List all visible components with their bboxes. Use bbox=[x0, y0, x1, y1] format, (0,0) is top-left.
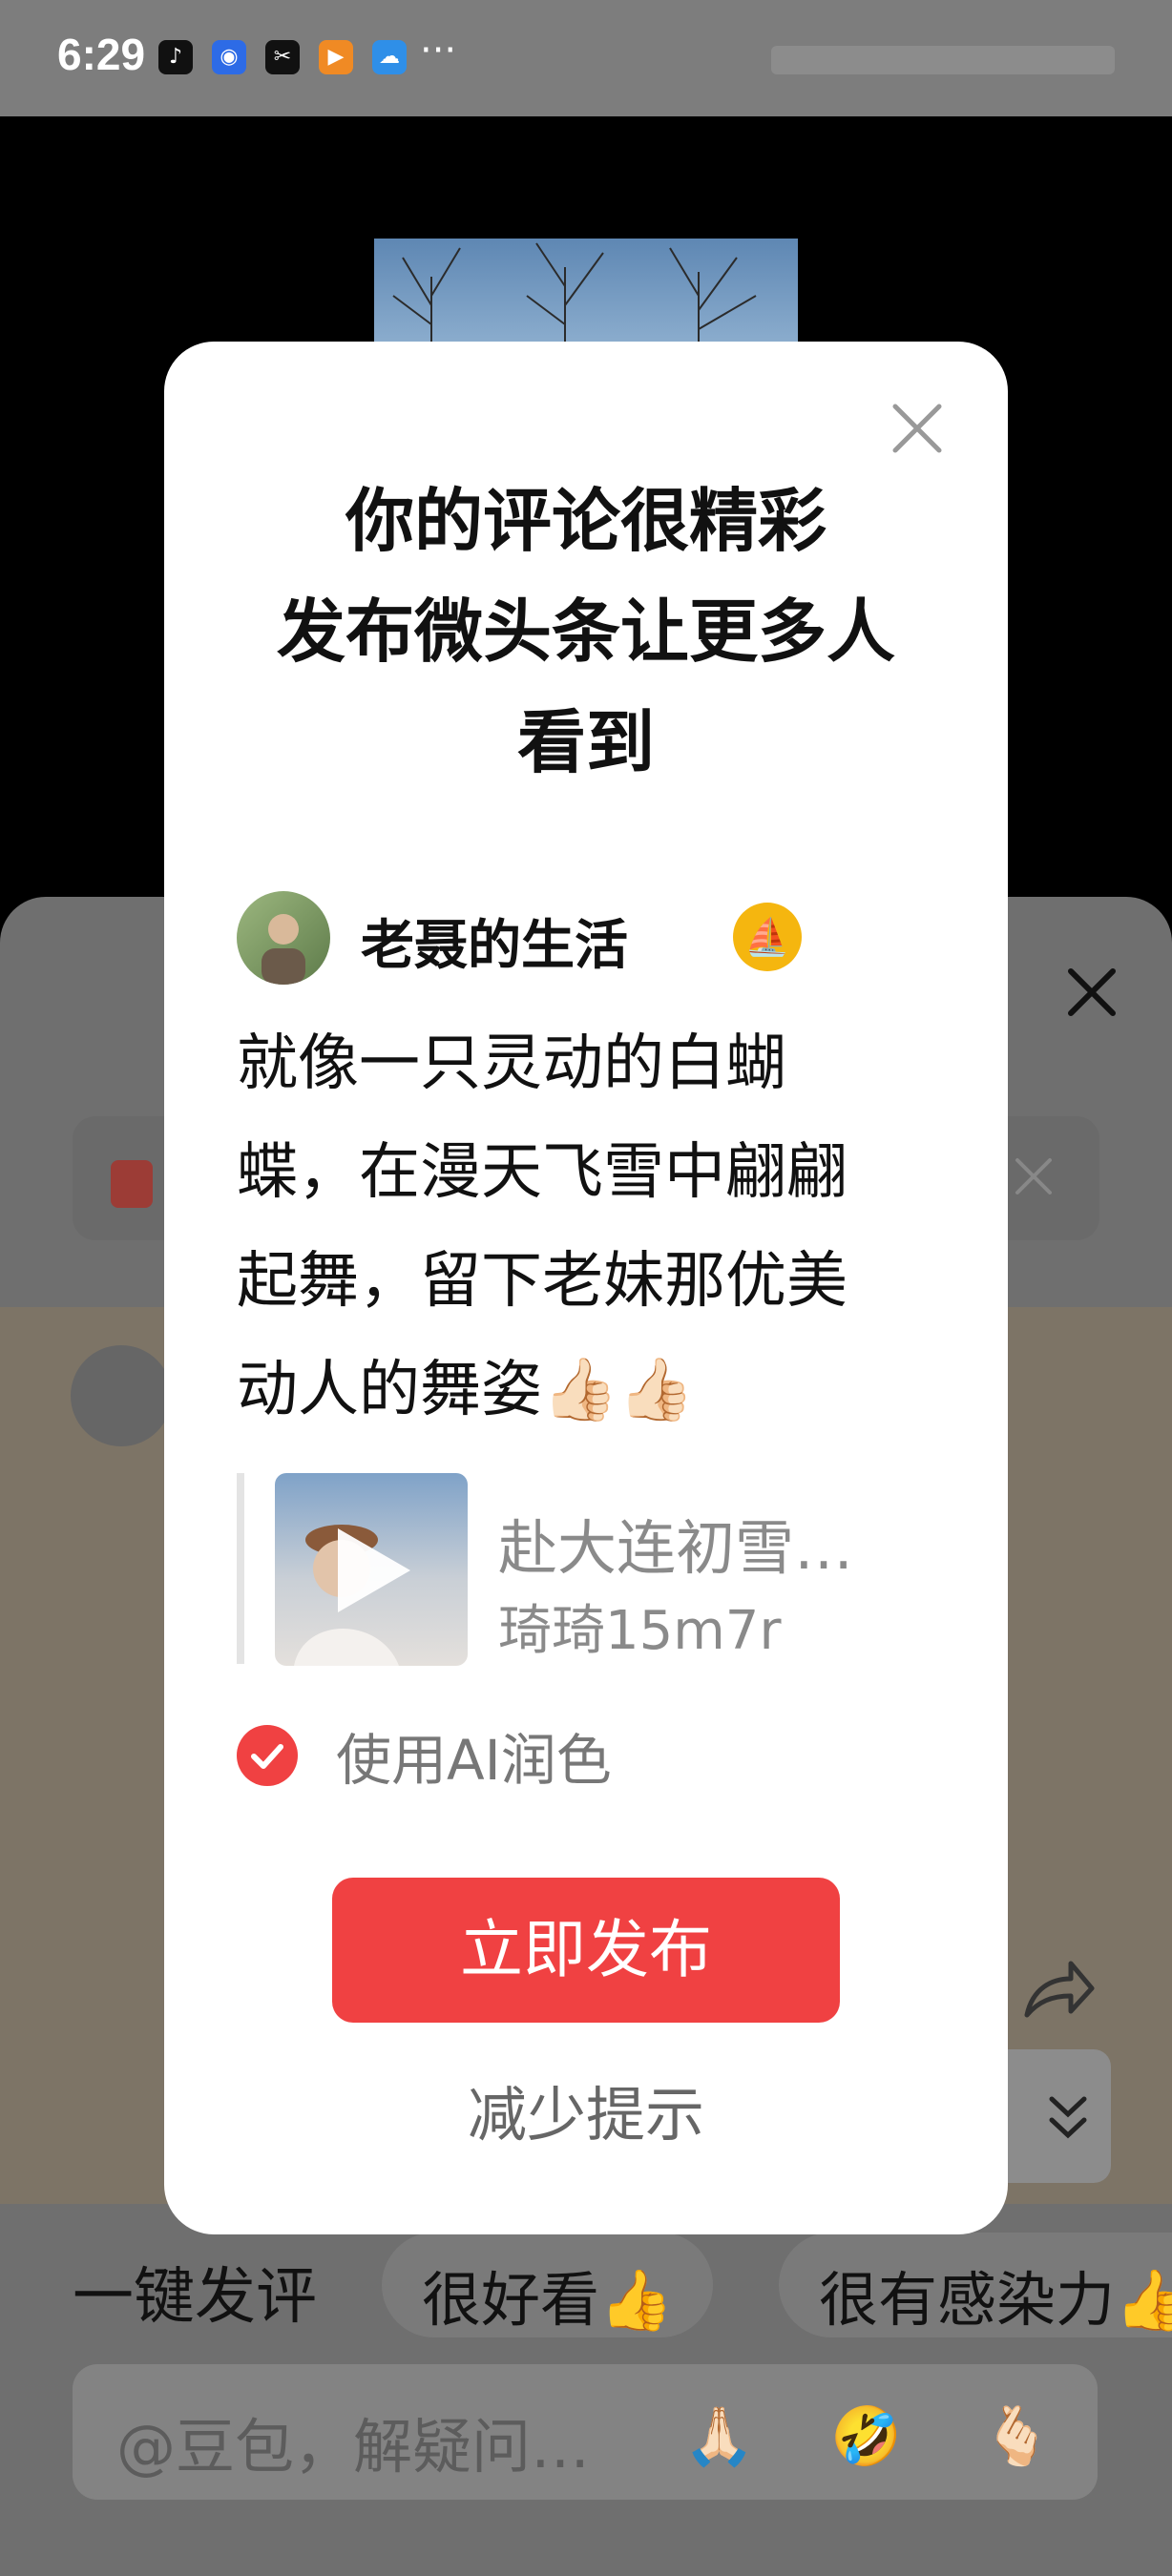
emoji-pray-icon[interactable]: 🙏🏻 bbox=[683, 2402, 755, 2470]
video-thumbnail bbox=[275, 1473, 468, 1666]
comment-text: 就像一只灵动的白蝴 蝶，在漫天飞雪中翩翩 起舞，留下老妹那优美 动人的舞姿👍🏻👍… bbox=[237, 1009, 943, 1444]
ai-polish-toggle[interactable]: 使用AI润色 bbox=[237, 1715, 809, 1793]
avatar[interactable] bbox=[71, 1345, 172, 1446]
comment-line: 动人的舞姿👍🏻👍🏻 bbox=[237, 1355, 695, 1425]
play-icon bbox=[338, 1528, 410, 1612]
sailboat-badge-icon: ⛵ bbox=[733, 903, 802, 971]
author-name: 老聂的生活 bbox=[361, 915, 628, 977]
status-system-icons bbox=[771, 46, 1115, 74]
red-envelope-icon bbox=[111, 1160, 153, 1208]
close-icon[interactable] bbox=[889, 401, 945, 456]
comment-line: 起舞，留下老妹那优美 bbox=[237, 1246, 848, 1317]
quoted-title: 赴大连初雪… bbox=[498, 1513, 854, 1583]
close-icon[interactable] bbox=[1012, 1154, 1056, 1198]
capcut-icon: ✂ bbox=[265, 40, 300, 74]
avatar bbox=[237, 891, 330, 985]
comment-input-placeholder: @豆包，解疑问… bbox=[116, 2412, 591, 2482]
close-icon[interactable] bbox=[1063, 964, 1120, 1021]
quick-chip[interactable]: 很好看👍 bbox=[382, 2233, 714, 2337]
status-overflow-icon: ··· bbox=[420, 29, 457, 73]
publish-button[interactable]: 立即发布 bbox=[332, 1878, 840, 2023]
dialog-title-line: 你的评论很精彩 bbox=[345, 481, 827, 561]
dialog-title: 你的评论很精彩 发布微头条让更多人 看到 bbox=[164, 466, 1008, 798]
quick-comment-label: 一键发评 bbox=[73, 2262, 317, 2333]
quick-comment-row: 一键发评 很好看👍 很有感染力👍 bbox=[0, 2223, 1172, 2347]
emoji-laugh-icon[interactable]: 🤣 bbox=[830, 2402, 902, 2470]
tiktok-icon: ♪ bbox=[158, 40, 193, 74]
video-thumbnail bbox=[374, 239, 798, 353]
dialog-title-line: 发布微头条让更多人 bbox=[276, 592, 895, 672]
author-row: 老聂的生活 ⛵ bbox=[237, 891, 943, 987]
quoted-video[interactable]: 赴大连初雪… 琦琦15m7r bbox=[237, 1473, 943, 1666]
comment-line: 就像一只灵动的白蝴 bbox=[237, 1028, 786, 1099]
status-time: 6:29 bbox=[57, 30, 146, 79]
checkbox-checked-icon[interactable] bbox=[237, 1725, 298, 1786]
comment-line: 蝶，在漫天飞雪中翩翩 bbox=[237, 1137, 848, 1208]
reduce-prompts-link[interactable]: 减少提示 bbox=[164, 2067, 1008, 2152]
weather-icon: ☁ bbox=[372, 40, 407, 74]
publish-dialog: 你的评论很精彩 发布微头条让更多人 看到 老聂的生活 ⛵ 就像一只灵动的白蝴 蝶… bbox=[164, 342, 1008, 2234]
status-bar: 6:29 ♪ ◉ ✂ ▶ ☁ ··· bbox=[0, 0, 1172, 116]
ai-polish-label: 使用AI润色 bbox=[336, 1728, 612, 1793]
emoji-heart-hand-icon[interactable]: 🫰🏻 bbox=[981, 2402, 1053, 2470]
share-icon[interactable] bbox=[1019, 1956, 1096, 2023]
bulb-icon: ◉ bbox=[212, 40, 246, 74]
quoted-user: 琦琦15m7r bbox=[498, 1600, 782, 1662]
chevron-down-icon bbox=[1049, 2096, 1087, 2139]
quick-chip[interactable]: 很有感染力👍 bbox=[779, 2233, 1172, 2337]
play-icon: ▶ bbox=[319, 40, 353, 74]
dialog-title-line: 看到 bbox=[516, 702, 655, 782]
comment-input[interactable]: @豆包，解疑问… 🙏🏻 🤣 🫰🏻 bbox=[73, 2364, 1098, 2500]
